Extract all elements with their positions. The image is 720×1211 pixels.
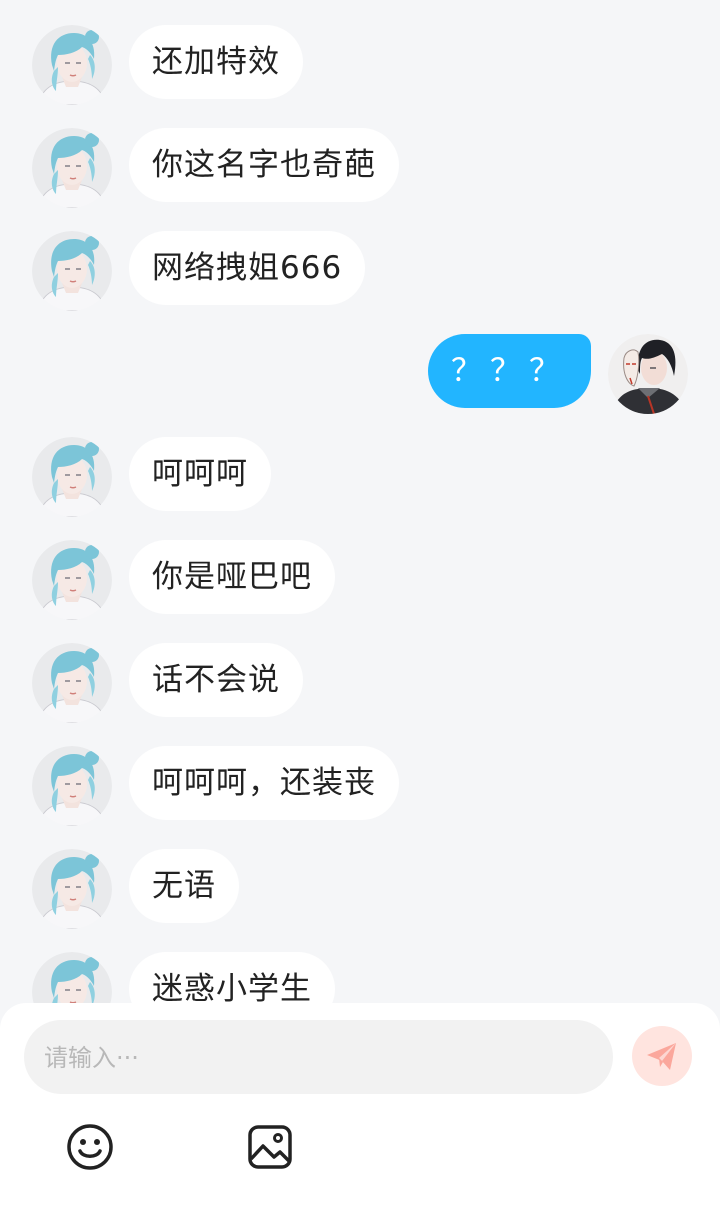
paper-plane-icon bbox=[647, 1043, 676, 1070]
outgoing-message-bubble[interactable]: ？？？ bbox=[428, 334, 591, 408]
composer-panel bbox=[0, 1003, 720, 1211]
contact-avatar[interactable] bbox=[32, 437, 112, 517]
message-row: 呵呵呵 bbox=[0, 437, 720, 517]
contact-avatar[interactable] bbox=[32, 952, 112, 1003]
incoming-message-bubble[interactable]: 你是哑巴吧 bbox=[129, 540, 335, 614]
message-row: ？？？ bbox=[0, 334, 720, 414]
message-row: 还加特效 bbox=[0, 25, 720, 105]
contact-avatar[interactable] bbox=[32, 231, 112, 311]
message-row: 网络拽姐666 bbox=[0, 231, 720, 311]
contact-avatar[interactable] bbox=[32, 25, 112, 105]
incoming-message-bubble[interactable]: 呵呵呵 bbox=[129, 437, 271, 511]
message-row: 呵呵呵，还装丧 bbox=[0, 746, 720, 826]
incoming-message-bubble[interactable]: 呵呵呵，还装丧 bbox=[129, 746, 399, 820]
message-input[interactable] bbox=[42, 1020, 596, 1096]
contact-avatar[interactable] bbox=[32, 849, 112, 929]
image-button[interactable] bbox=[245, 1122, 295, 1172]
message-row: 话不会说 bbox=[0, 643, 720, 723]
message-row: 你是哑巴吧 bbox=[0, 540, 720, 620]
incoming-message-bubble[interactable]: 话不会说 bbox=[129, 643, 303, 717]
incoming-message-bubble[interactable]: 你这名字也奇葩 bbox=[129, 128, 399, 202]
my-avatar[interactable] bbox=[608, 334, 688, 414]
emoji-button[interactable] bbox=[65, 1122, 115, 1172]
chat-area[interactable]: 还加特效 你这名字也奇葩 网络拽姐666 ？？？ 呵呵呵 你是哑巴吧 话不会说 … bbox=[0, 0, 720, 1003]
message-row: 你这名字也奇葩 bbox=[0, 128, 720, 208]
incoming-message-bubble[interactable]: 迷惑小学生 bbox=[129, 952, 335, 1003]
contact-avatar[interactable] bbox=[32, 746, 112, 826]
image-icon bbox=[248, 1125, 292, 1169]
contact-avatar[interactable] bbox=[32, 540, 112, 620]
emoji-icon bbox=[67, 1124, 113, 1170]
incoming-message-bubble[interactable]: 还加特效 bbox=[129, 25, 303, 99]
contact-avatar[interactable] bbox=[32, 643, 112, 723]
send-button[interactable] bbox=[632, 1026, 692, 1086]
incoming-message-bubble[interactable]: 网络拽姐666 bbox=[129, 231, 366, 305]
message-row: 无语 bbox=[0, 849, 720, 929]
incoming-message-bubble[interactable]: 无语 bbox=[129, 849, 239, 923]
message-input-box[interactable] bbox=[24, 1020, 613, 1096]
contact-avatar[interactable] bbox=[32, 128, 112, 208]
message-row: 迷惑小学生 bbox=[0, 952, 720, 1003]
